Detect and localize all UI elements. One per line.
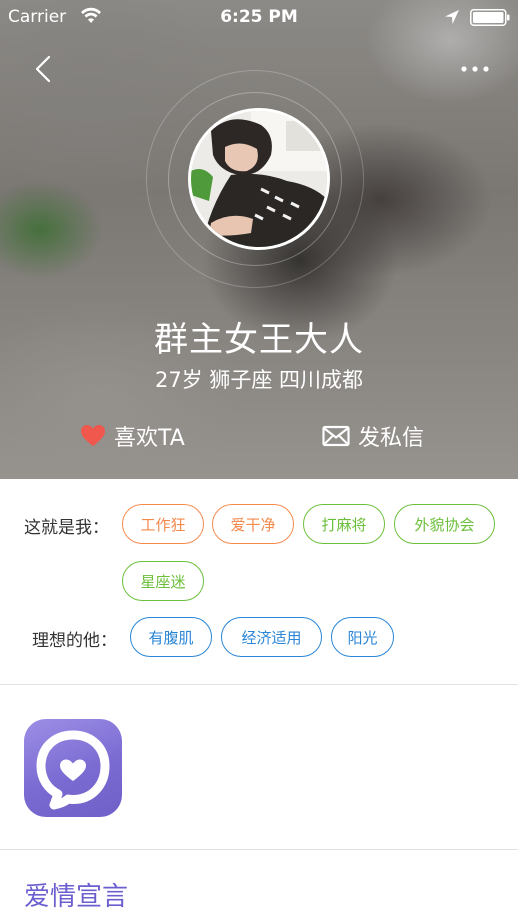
back-chevron-icon[interactable] (30, 54, 56, 84)
ideal-tags-label: 理想的他： (32, 631, 117, 651)
profile-name: 群主女王大人 (154, 320, 364, 360)
self-tag[interactable]: 打麻将 (303, 504, 385, 544)
ideal-tag[interactable]: 经济适用 (221, 617, 322, 657)
more-options-icon[interactable] (458, 60, 492, 78)
profile-header: Carrier 6:25 PM 群主女王大人 27岁 狮子座 四川成都 喜欢TA… (0, 0, 518, 479)
status-bar: Carrier 6:25 PM (0, 0, 518, 34)
self-tags-label: 这就是我： (24, 518, 109, 538)
divider (0, 849, 518, 850)
self-tag[interactable]: 工作狂 (122, 504, 204, 544)
heart-icon (81, 425, 105, 446)
ideal-tag[interactable]: 有腹肌 (130, 617, 212, 657)
tags-section: 这就是我： 工作狂 爱干净 打麻将 外貌协会 星座迷 理想的他： 有腹肌 经济适… (0, 479, 518, 684)
section-title: 爱情宣言 (24, 882, 129, 912)
profile-meta: 27岁 狮子座 四川成都 (154, 368, 364, 392)
profile-avatar[interactable] (188, 108, 330, 250)
like-label: 喜欢TA (114, 426, 185, 451)
app-icon[interactable] (24, 719, 122, 817)
message-label: 发私信 (358, 426, 425, 451)
battery-icon (470, 9, 510, 26)
divider (0, 684, 518, 685)
heart-chat-app-icon (36, 730, 110, 810)
status-time: 6:25 PM (220, 7, 298, 27)
self-tag[interactable]: 外貌协会 (394, 504, 495, 544)
self-tag[interactable]: 星座迷 (122, 561, 204, 601)
location-arrow-icon (445, 10, 459, 24)
envelope-icon (322, 425, 350, 447)
like-button[interactable]: 喜欢TA (80, 418, 185, 454)
message-button[interactable]: 发私信 (322, 418, 424, 454)
avatar-photo (191, 111, 327, 247)
self-tag[interactable]: 爱干净 (212, 504, 294, 544)
ideal-tag[interactable]: 阳光 (331, 617, 394, 657)
